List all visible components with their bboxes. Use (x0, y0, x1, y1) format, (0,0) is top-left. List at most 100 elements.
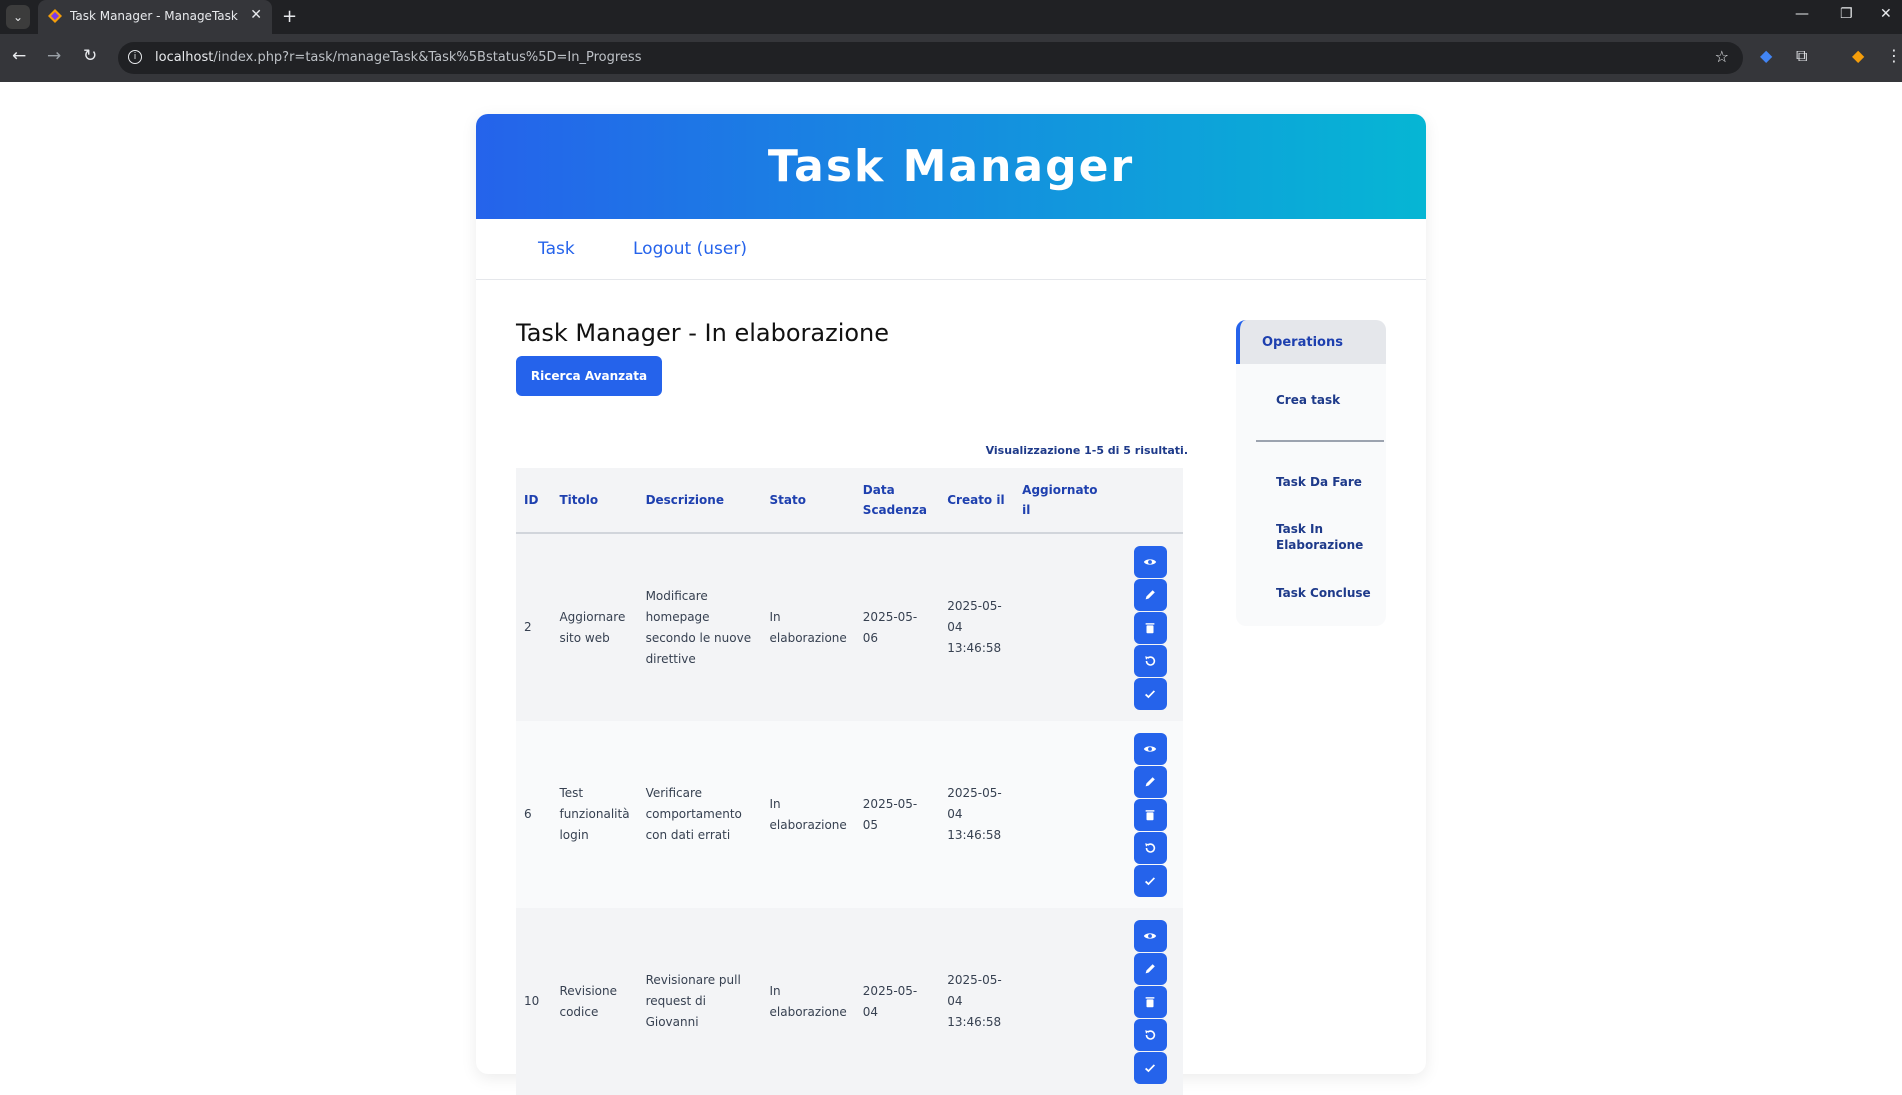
cell-status: In elaborazione (769, 983, 847, 1019)
check-icon (1145, 689, 1156, 698)
check-icon (1145, 1063, 1156, 1072)
cell-updated (1014, 908, 1117, 1095)
delete-button[interactable] (1133, 985, 1167, 1018)
browser-tabstrip: ⌄ Task Manager - ManageTask Task ✕ + — ❐… (0, 0, 1902, 34)
table-header-row: ID Titolo Descrizione Stato Data Scadenz… (516, 468, 1183, 533)
undo-icon (1145, 842, 1156, 853)
complete-button[interactable] (1133, 677, 1167, 710)
sidebar-item-done[interactable]: Task Concluse (1276, 585, 1371, 601)
new-tab-icon[interactable]: + (282, 6, 297, 27)
app-title: Task Manager (767, 141, 1135, 192)
eye-icon (1143, 745, 1157, 752)
column-header-actions (1117, 468, 1183, 533)
sidebar-item-todo[interactable]: Task Da Fare (1276, 474, 1362, 490)
reset-button[interactable] (1133, 644, 1167, 677)
cell-title: Revisione codice (559, 983, 618, 1019)
column-header-id[interactable]: ID (516, 468, 552, 533)
tab-search-button[interactable]: ⌄ (6, 5, 30, 29)
delete-button[interactable] (1133, 611, 1167, 644)
trash-icon (1145, 622, 1155, 633)
extensions-puzzle-icon[interactable]: ⧉ (1796, 46, 1807, 66)
pencil-icon (1145, 776, 1155, 786)
operations-sidebar: Operations Crea task Task Da Fare Task I… (1236, 320, 1386, 626)
close-window-icon[interactable]: ✕ (1880, 6, 1892, 22)
cell-description: Verificare comportamento con dati errati (645, 786, 742, 842)
nav-logout-link[interactable]: Logout (user) (633, 239, 747, 259)
task-table: ID Titolo Descrizione Stato Data Scadenz… (516, 468, 1183, 1095)
column-header-updated[interactable]: Aggiornato il (1014, 468, 1118, 533)
cell-due-date: 2025-05-05 (862, 796, 918, 832)
cell-title: Test funzionalità login (559, 786, 630, 842)
sidebar-item-create-task[interactable]: Crea task (1276, 392, 1340, 408)
extension-icon[interactable]: ◆ (1760, 46, 1772, 65)
browser-menu-icon[interactable]: ⋮ (1886, 46, 1902, 65)
edit-button[interactable] (1133, 578, 1167, 611)
view-button[interactable] (1133, 545, 1167, 578)
cell-status: In elaborazione (769, 796, 847, 832)
sidebar-header: Operations (1236, 320, 1386, 364)
cell-id: 6 (524, 807, 532, 821)
tab-title: Task Manager - ManageTask Task (70, 9, 238, 23)
cell-description: Revisionare pull request di Giovanni (645, 973, 741, 1029)
nav-task-link[interactable]: Task (538, 239, 575, 259)
trash-icon (1145, 996, 1155, 1007)
trash-icon (1145, 809, 1155, 820)
top-nav: Task Logout (user) (476, 219, 1426, 280)
forward-icon[interactable]: → (47, 46, 61, 66)
column-header-status[interactable]: Stato (761, 468, 855, 533)
cell-due-date: 2025-05-04 (862, 983, 918, 1019)
column-header-created[interactable]: Creato il (939, 468, 1015, 533)
sidebar-item-in-progress[interactable]: Task In Elaborazione (1276, 521, 1366, 553)
column-header-description[interactable]: Descrizione (637, 468, 762, 533)
minimize-icon[interactable]: — (1795, 6, 1809, 22)
reload-icon[interactable]: ↻ (83, 46, 97, 66)
bookmark-star-icon[interactable]: ☆ (1715, 47, 1729, 66)
eye-icon (1143, 558, 1157, 565)
restore-icon[interactable]: ❐ (1840, 6, 1853, 22)
complete-button[interactable] (1133, 1051, 1167, 1084)
cell-actions (1117, 533, 1183, 721)
site-info-icon[interactable]: i (128, 50, 142, 64)
cell-created: 2025-05-04 13:46:58 (947, 973, 1002, 1029)
cell-actions (1117, 908, 1183, 1095)
address-bar[interactable]: i localhost/index.php?r=task/manageTask&… (118, 42, 1743, 74)
check-icon (1145, 876, 1156, 885)
reset-button[interactable] (1133, 831, 1167, 864)
back-icon[interactable]: ← (12, 46, 26, 66)
reset-button[interactable] (1133, 1018, 1167, 1051)
cell-due-date: 2025-05-06 (862, 609, 918, 645)
browser-tab[interactable]: Task Manager - ManageTask Task ✕ (38, 0, 272, 34)
view-button[interactable] (1133, 732, 1167, 765)
cell-actions (1117, 721, 1183, 908)
undo-icon (1145, 655, 1156, 666)
advanced-search-button[interactable]: Ricerca Avanzata (516, 356, 662, 396)
table-row: 10 Revisione codice Revisionare pull req… (516, 908, 1183, 1095)
edit-button[interactable] (1133, 952, 1167, 985)
profile-icon[interactable]: ◆ (1852, 46, 1864, 65)
view-button[interactable] (1133, 919, 1167, 952)
sidebar-divider (1256, 440, 1384, 442)
column-header-due-date[interactable]: Data Scadenza (854, 468, 940, 533)
page-title: Task Manager - In elaborazione (516, 319, 890, 347)
cell-id: 10 (524, 994, 540, 1008)
column-header-title[interactable]: Titolo (551, 468, 638, 533)
cell-updated (1014, 721, 1117, 908)
url-text: localhost/index.php?r=task/manageTask&Ta… (155, 50, 642, 65)
pencil-icon (1145, 963, 1155, 973)
tab-close-icon[interactable]: ✕ (250, 7, 262, 23)
delete-button[interactable] (1133, 798, 1167, 831)
complete-button[interactable] (1133, 864, 1167, 897)
cell-created: 2025-05-04 13:46:58 (947, 786, 1002, 842)
results-summary: Visualizzazione 1-5 di 5 risultati. (985, 444, 1188, 457)
cell-status: In elaborazione (769, 609, 847, 645)
undo-icon (1145, 1029, 1156, 1040)
cell-description: Modificare homepage secondo le nuove dir… (645, 588, 752, 666)
edit-button[interactable] (1133, 765, 1167, 798)
cell-updated (1014, 533, 1117, 721)
eye-icon (1143, 932, 1157, 939)
table-row: 2 Aggiornare sito web Modificare homepag… (516, 533, 1183, 721)
favicon-icon (48, 9, 62, 23)
header-banner: Task Manager (476, 114, 1426, 219)
cell-created: 2025-05-04 13:46:58 (947, 599, 1002, 655)
table-row: 6 Test funzionalità login Verificare com… (516, 721, 1183, 908)
